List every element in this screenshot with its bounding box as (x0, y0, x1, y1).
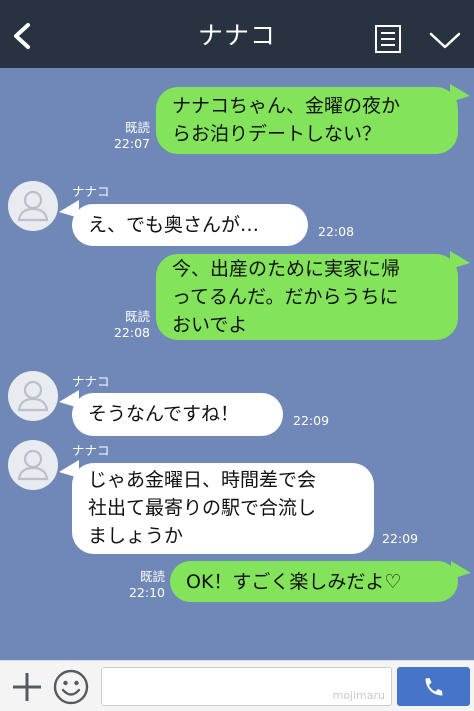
message-bubble[interactable]: 今、出産のために実家に帰 ってるんだ。だからうちに おいでよ (156, 254, 458, 340)
message-time: 22:10 (128, 585, 165, 600)
message-time: 22:07 (113, 136, 150, 151)
input-bar: mojimaru (0, 660, 474, 711)
message-time: 22:08 (113, 325, 150, 340)
message-bubble[interactable]: え、でも奥さんが… (72, 204, 308, 246)
user-icon (17, 380, 49, 412)
message-list[interactable]: 既読 22:07 ナナコちゃん、金曜の夜か らお泊りデートしない？ ナナコ え、… (0, 68, 474, 660)
message-time: 22:08 (318, 224, 355, 239)
sender-name: ナナコ (72, 374, 110, 389)
sender-name: ナナコ (72, 184, 110, 199)
message-bubble[interactable]: そうなんですね！ (72, 393, 283, 436)
chevron-down-icon[interactable] (428, 30, 462, 52)
message-bubble[interactable]: ナナコちゃん、金曜の夜か らお泊りデートしない？ (156, 87, 458, 154)
phone-icon (425, 678, 443, 696)
message-input[interactable]: mojimaru (101, 667, 392, 706)
chat-header: ナナコ (0, 0, 474, 68)
message-time: 22:09 (293, 413, 330, 428)
read-receipt: 既読 (124, 309, 150, 324)
message-bubble[interactable]: OK！すごく楽しみだよ♡ (170, 561, 458, 602)
notes-icon[interactable] (373, 24, 403, 54)
message-time: 22:09 (382, 531, 419, 546)
smiley-icon[interactable] (52, 668, 90, 706)
read-receipt: 既読 (124, 120, 150, 135)
avatar[interactable] (8, 181, 58, 231)
message-bubble[interactable]: じゃあ金曜日、時間差で会 社出て最寄りの駅で合流し ましょうか (72, 463, 374, 554)
watermark: mojimaru (332, 689, 385, 702)
read-receipt: 既読 (139, 569, 165, 584)
plus-icon[interactable] (10, 670, 44, 704)
user-icon (17, 449, 49, 481)
avatar[interactable] (8, 371, 58, 421)
call-button[interactable] (397, 667, 470, 706)
sender-name: ナナコ (72, 443, 110, 458)
user-icon (17, 190, 49, 222)
avatar[interactable] (8, 440, 58, 490)
